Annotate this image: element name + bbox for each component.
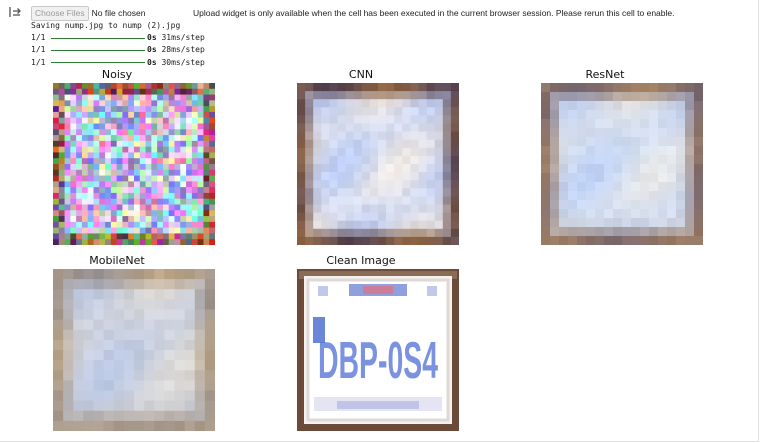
panel-cnn: CNN	[261, 68, 461, 248]
output-cell: Choose Files No file chosen Upload widge…	[0, 0, 759, 442]
progress-bar	[51, 37, 145, 40]
mobilenet-image	[53, 269, 215, 431]
step-count: 1/1	[31, 57, 46, 67]
resnet-image	[541, 83, 703, 245]
step-rate: 28ms/step	[161, 45, 205, 55]
step-rate: 31ms/step	[161, 33, 205, 43]
panel-noisy: Noisy	[17, 68, 217, 248]
progress-bar	[51, 61, 145, 64]
progress-line: 1/1 0s 31ms/step	[31, 32, 205, 44]
panel-title: ResNet	[585, 68, 625, 81]
step-rate: 30ms/step	[161, 57, 205, 67]
noisy-image	[53, 83, 215, 245]
panel-resnet: ResNet	[505, 68, 705, 248]
progress-line: 1/1 0s 28ms/step	[31, 44, 205, 56]
clean-image: DBP-0S4	[297, 269, 459, 431]
panel-title: Noisy	[101, 68, 133, 81]
panel-mobilenet: MobileNet	[17, 254, 217, 434]
panel-title: MobileNet	[89, 254, 145, 267]
console-output: Saving nump.jpg to nump (2).jpg 1/1 0s 3…	[31, 20, 205, 69]
output-redirect-icon[interactable]	[8, 5, 22, 19]
upload-widget: Choose Files No file chosen	[31, 5, 146, 21]
panel-clean: Clean Image DBP-0S4	[261, 254, 461, 434]
step-time: 0s	[147, 33, 157, 43]
choose-files-button[interactable]: Choose Files	[31, 5, 89, 21]
step-time: 0s	[147, 57, 157, 67]
panel-title: CNN	[348, 68, 374, 81]
plate-text: DBP-0S4	[318, 331, 438, 389]
cnn-image	[297, 83, 459, 245]
upload-warning: Upload widget is only available when the…	[193, 8, 675, 18]
progress-bar	[51, 49, 145, 52]
step-count: 1/1	[31, 33, 46, 43]
no-file-label: No file chosen	[91, 8, 146, 18]
panel-title: Clean Image	[326, 254, 396, 267]
progress-line: 1/1 0s 30ms/step	[31, 57, 205, 69]
step-time: 0s	[147, 45, 157, 55]
saving-line: Saving nump.jpg to nump (2).jpg	[31, 21, 181, 30]
step-count: 1/1	[31, 45, 46, 55]
